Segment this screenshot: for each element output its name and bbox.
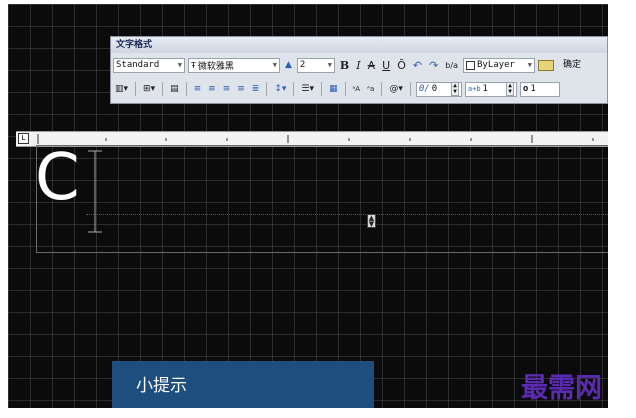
tracking-field[interactable]: a+b 1 ▲ ▼	[464, 81, 517, 97]
bold-button[interactable]: B	[338, 59, 351, 72]
annotative-icon[interactable]: ▲	[283, 60, 294, 70]
style-select[interactable]: Standard ▼	[113, 57, 185, 73]
baseline-guide	[86, 214, 608, 215]
toolbar-row-1: Standard ▼ Ŧ 微软雅黑 ▼ ▲ 2 ▼ B I A U Ō ↶ ↷ …	[113, 55, 607, 75]
align-left-icon[interactable]: ≡	[192, 84, 204, 94]
toolbar-title: 文字格式	[111, 37, 607, 53]
truetype-font-icon: Ŧ	[191, 60, 196, 70]
color-select-value: ByLayer	[476, 60, 515, 70]
style-select-value: Standard	[116, 60, 160, 70]
paragraph-icon[interactable]: ▤	[168, 84, 181, 94]
oblique-value: 0	[431, 84, 438, 94]
text-height-select[interactable]: 2 ▼	[296, 57, 335, 73]
color-select[interactable]: ByLayer ▼	[462, 57, 535, 73]
spinner-icon[interactable]: ▲ ▼	[451, 82, 459, 96]
resize-handle-icon[interactable]: ▲ ▼	[367, 214, 376, 228]
align-center-icon[interactable]: ≡	[206, 84, 218, 94]
tip-panel: 小提示	[112, 361, 374, 408]
strikethrough-button[interactable]: A	[366, 59, 378, 72]
numbering-icon[interactable]: ☰▾	[299, 84, 316, 94]
ruler-toggle-icon[interactable]	[537, 59, 554, 71]
chevron-down-icon: ▼	[272, 61, 277, 69]
oblique-prefix: 0/	[418, 84, 430, 94]
align-justify-icon[interactable]: ≡	[235, 84, 247, 94]
chevron-down-icon: ▼	[177, 61, 182, 69]
width-value: 1	[530, 84, 536, 94]
color-swatch-icon	[465, 60, 475, 70]
overline-button[interactable]: Ō	[395, 59, 408, 72]
ok-button[interactable]: 确定	[557, 57, 587, 74]
font-select[interactable]: Ŧ 微软雅黑 ▼	[188, 57, 280, 73]
tracking-value: 1	[482, 84, 488, 94]
justification-icon[interactable]: ⊞▾	[141, 84, 157, 94]
spinner-icon[interactable]: ▲ ▼	[506, 82, 514, 96]
uppercase-icon[interactable]: ᵃA	[351, 85, 363, 93]
oblique-angle-field[interactable]: 0/ 0 ▲ ▼	[415, 81, 462, 97]
text-formatting-toolbar: 文字格式 Standard ▼ Ŧ 微软雅黑 ▼ ▲ 2 ▼ B I A U Ō…	[110, 36, 608, 104]
text-height-value: 2	[299, 60, 306, 70]
symbol-icon[interactable]: @▾	[387, 84, 405, 94]
stack-button[interactable]: b/a	[443, 61, 460, 70]
ruler-ticks	[37, 134, 594, 144]
toolbar-row-2: ▥▾ ⊞▾ ▤ ≡ ≡ ≡ ≡ ≣ ↕▾ ☰▾ ▦ ᵃA ᴬa @▾ 0/ 0 …	[113, 79, 607, 99]
tracking-prefix: a+b	[467, 85, 481, 93]
chevron-down-icon: ▼	[327, 61, 332, 69]
typed-text[interactable]: C	[35, 146, 80, 210]
tip-label: 小提示	[136, 376, 187, 396]
chevron-down-icon: ▼	[527, 61, 532, 69]
italic-button[interactable]: I	[354, 59, 362, 72]
font-select-value: 微软雅黑	[197, 61, 234, 72]
width-factor-field[interactable]: o 1	[519, 81, 560, 97]
align-distribute-icon[interactable]: ≣	[250, 84, 262, 94]
drawing-canvas[interactable]: 文字格式 Standard ▼ Ŧ 微软雅黑 ▼ ▲ 2 ▼ B I A U Ō…	[8, 4, 608, 408]
underline-button[interactable]: U	[380, 59, 392, 72]
watermark-logo: 最需网	[521, 373, 602, 404]
width-prefix: o	[522, 84, 529, 94]
mtext-edit-area[interactable]	[36, 145, 608, 253]
columns-icon[interactable]: ▥▾	[113, 84, 130, 94]
line-spacing-icon[interactable]: ↕▾	[272, 84, 288, 94]
undo-button[interactable]: ↶	[411, 59, 424, 72]
text-cursor	[88, 150, 102, 233]
redo-button[interactable]: ↷	[427, 59, 440, 72]
lowercase-icon[interactable]: ᴬa	[365, 85, 376, 93]
align-right-icon[interactable]: ≡	[221, 84, 233, 94]
insert-field-icon[interactable]: ▦	[327, 84, 340, 94]
